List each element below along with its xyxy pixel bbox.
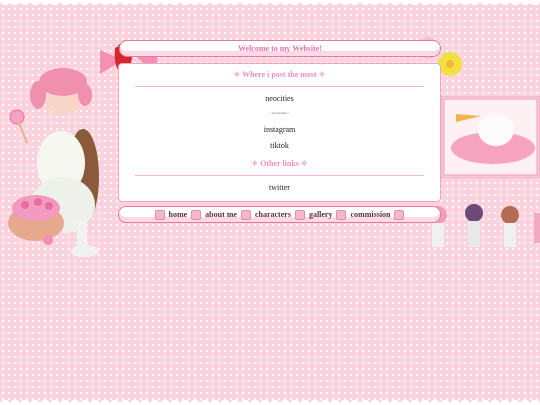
nav-item-characters[interactable]: characters: [255, 210, 291, 219]
lace-border-bottom: [0, 393, 540, 405]
nav-item-label: gallery: [308, 210, 333, 219]
link-neocities[interactable]: neocities: [119, 94, 440, 103]
flower-icon: [191, 209, 202, 220]
nav-item-label: home: [168, 210, 188, 219]
chibi-characters-decoration: [429, 204, 540, 247]
divider: [135, 175, 424, 176]
nav-item-home[interactable]: home: [169, 210, 188, 219]
nav-item-label: commission: [350, 210, 391, 219]
flower-icon: [240, 209, 251, 220]
link-instagram[interactable]: instagram: [119, 125, 440, 134]
nav-item-commission[interactable]: commission: [350, 210, 390, 219]
nav-item-label: about me: [205, 210, 237, 219]
main-nav: home about me characters gallery commiss…: [118, 206, 441, 223]
flower-icon: [154, 209, 165, 220]
section-title-other-links: ✧ Other links ✧: [251, 159, 308, 168]
lace-border-top: [0, 0, 540, 12]
section-title-most-posted: ✧ Where i post the most ✧: [233, 70, 326, 79]
cupcake-image-decoration: [441, 96, 540, 178]
you-are-here-note: ↑ you are here ↑: [269, 111, 290, 115]
flower-icon: [394, 209, 405, 220]
flower-icon: [336, 209, 347, 220]
flower-icon: [294, 209, 305, 220]
divider: [135, 86, 424, 87]
nav-item-label: characters: [254, 210, 291, 219]
title-bar: Welcome to my Website!: [119, 40, 441, 57]
link-twitter[interactable]: twitter: [119, 183, 440, 192]
nav-item-about-me[interactable]: about me: [205, 210, 237, 219]
links-panel: ✧ Where i post the most ✧ neocities ↑ yo…: [118, 63, 441, 202]
nav-item-gallery[interactable]: gallery: [309, 210, 333, 219]
link-tiktok[interactable]: tiktok: [119, 141, 440, 150]
flower-basket-decoration: [8, 195, 64, 245]
